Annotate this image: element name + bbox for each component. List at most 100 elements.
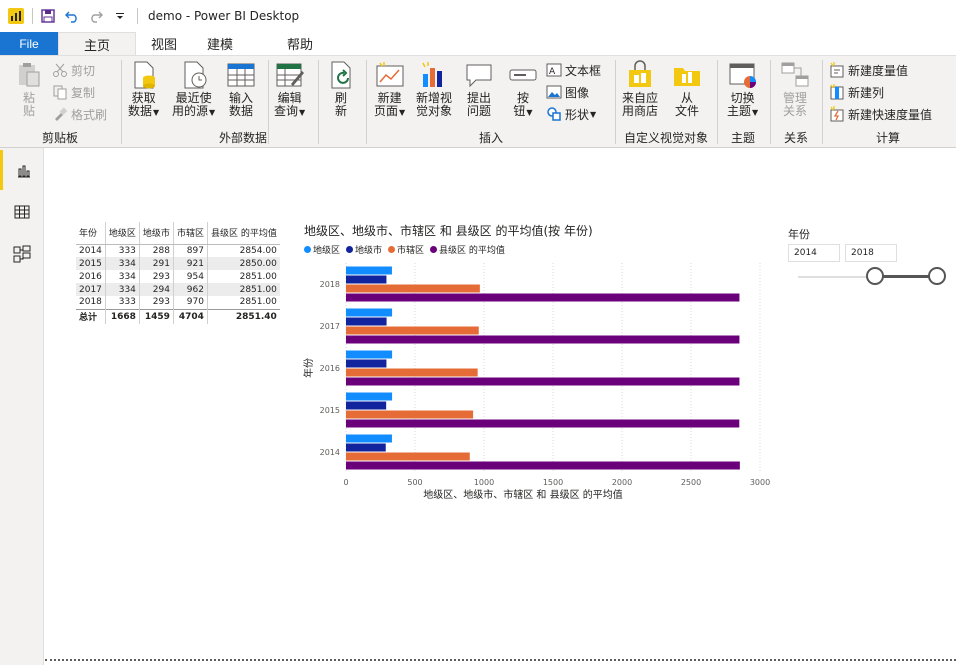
- bar[interactable]: [346, 461, 740, 470]
- buttons-button[interactable]: 按 钮▼: [508, 60, 538, 119]
- button-icon: [509, 69, 537, 81]
- group-label-calculations: 计算: [875, 131, 900, 145]
- legend-dot: [430, 246, 438, 253]
- bar-chart[interactable]: 0 500 1000 1500 2000 2500 3000 2018 2017 2016 2015…: [296, 255, 776, 507]
- shapes-button[interactable]: 形状 ▼: [546, 104, 596, 124]
- speech-bubble-icon: [466, 64, 492, 88]
- buttons-label-2: 钮▼: [513, 104, 533, 118]
- image-icon: [546, 85, 562, 99]
- textbox-button[interactable]: A 文本框: [546, 60, 601, 80]
- customize-toolbar-icon[interactable]: [111, 7, 129, 25]
- cut-button[interactable]: 剪切: [52, 60, 95, 80]
- bar[interactable]: [346, 350, 393, 359]
- switch-theme-button[interactable]: 切换 主题▼: [727, 60, 758, 119]
- table-cell: 333: [105, 296, 140, 309]
- group-themes: 切换 主题▼ 主题: [718, 56, 768, 148]
- bar[interactable]: [346, 359, 387, 368]
- bar[interactable]: [346, 392, 393, 401]
- bar[interactable]: [346, 443, 386, 452]
- bar[interactable]: [346, 434, 392, 443]
- slicer-start-handle[interactable]: [866, 267, 884, 285]
- paste-button[interactable]: 粘 贴: [14, 60, 44, 118]
- bar[interactable]: [346, 266, 392, 275]
- table-cell: 921: [173, 257, 208, 270]
- image-button[interactable]: 图像: [546, 82, 589, 102]
- column-header[interactable]: 年份: [76, 222, 106, 245]
- format-painter-button[interactable]: 格式刷: [52, 104, 107, 124]
- tab-file[interactable]: File: [0, 32, 58, 55]
- bar[interactable]: [346, 452, 470, 461]
- data-view-button[interactable]: [0, 192, 44, 232]
- y-tick-label: 2016: [320, 364, 340, 373]
- bar[interactable]: [346, 293, 740, 302]
- recent-sources-label-2: 用的源▼: [172, 104, 216, 118]
- bar[interactable]: [346, 317, 387, 326]
- tab-home[interactable]: 主页: [58, 32, 136, 55]
- new-page-button[interactable]: 新建 页面▼: [374, 60, 405, 119]
- column-header[interactable]: 地级市: [139, 222, 174, 245]
- tab-model[interactable]: 建模: [192, 32, 248, 55]
- switch-theme-label-2: 主题▼: [727, 104, 759, 118]
- from-store-button[interactable]: 来自应 用商店: [622, 60, 658, 118]
- bar[interactable]: [346, 326, 479, 335]
- get-data-label-2: 数据▼: [128, 104, 160, 118]
- report-view-button[interactable]: [0, 150, 44, 190]
- x-tick-label: 0: [343, 478, 348, 487]
- slicer-end-handle[interactable]: [928, 267, 946, 285]
- group-label-themes: 主题: [730, 131, 755, 145]
- save-icon[interactable]: [39, 7, 57, 25]
- bar[interactable]: [346, 401, 387, 410]
- model-view-button[interactable]: [0, 234, 44, 274]
- data-table[interactable]: 年份 地级区 地级市 市辖区 县级区 的平均值 2014 333 288 897…: [76, 222, 280, 324]
- slicer-to-input[interactable]: 2018: [845, 244, 897, 262]
- bar[interactable]: [346, 410, 474, 419]
- bar[interactable]: [346, 335, 740, 344]
- bar[interactable]: [346, 275, 387, 284]
- refresh-label-2: 新: [334, 104, 347, 118]
- table-cell: 2015: [76, 257, 106, 270]
- redo-icon[interactable]: [87, 7, 105, 25]
- bar[interactable]: [346, 308, 393, 317]
- bar[interactable]: [346, 284, 480, 293]
- table-cell: 2851.00: [239, 297, 277, 308]
- new-column-button[interactable]: 新建列: [829, 82, 884, 102]
- bar[interactable]: [346, 368, 478, 377]
- refresh-button[interactable]: 刷 新: [326, 60, 356, 118]
- table-cell: 293: [139, 296, 174, 309]
- new-quick-measure-label: 新建快速度量值: [848, 107, 933, 122]
- column-header[interactable]: 县级区 的平均值: [207, 222, 280, 245]
- ask-question-button[interactable]: 提出 问题: [464, 60, 494, 118]
- get-data-icon: [134, 61, 155, 89]
- column-header[interactable]: 地级区: [105, 222, 140, 245]
- new-measure-button[interactable]: 新建度量值: [829, 60, 908, 80]
- get-data-button[interactable]: 获取 数据▼: [128, 60, 159, 119]
- copy-button[interactable]: 复制: [52, 82, 95, 102]
- column-header[interactable]: 市辖区: [173, 222, 208, 245]
- slicer-from-input[interactable]: 2014: [788, 244, 840, 262]
- table-cell: 2016: [76, 270, 106, 283]
- grid-icon: [14, 205, 30, 219]
- image-label: 图像: [565, 85, 590, 100]
- group-calculations: 新建度量值 新建列 新建快速度量值 计算: [823, 56, 953, 148]
- new-visual-button[interactable]: 新增视 觉对象: [416, 60, 452, 118]
- tab-view[interactable]: 视图: [136, 32, 192, 55]
- group-label-clipboard: 剪贴板: [41, 131, 78, 145]
- title-separator: [32, 8, 33, 24]
- new-measure-label: 新建度量值: [848, 63, 909, 78]
- from-file-button[interactable]: 从 文件: [672, 60, 702, 118]
- manage-relationships-button[interactable]: 管理 关系: [780, 60, 810, 118]
- table-cell: 334: [105, 283, 140, 296]
- bar[interactable]: [346, 419, 740, 428]
- bar[interactable]: [346, 377, 740, 386]
- x-tick-label: 1000: [474, 478, 494, 487]
- enter-data-button[interactable]: 输入 数据: [226, 60, 256, 118]
- undo-icon[interactable]: [63, 7, 81, 25]
- recent-sources-button[interactable]: 最近使 用的源▼: [172, 60, 215, 119]
- paste-icon: [19, 63, 40, 87]
- new-quick-measure-button[interactable]: 新建快速度量值: [829, 104, 932, 124]
- group-label-custom-visuals: 自定义视觉对象: [623, 131, 708, 145]
- tab-help[interactable]: 帮助: [248, 32, 352, 55]
- y-axis-title: 年份: [302, 358, 315, 378]
- edit-queries-button[interactable]: 编辑 查询▼: [274, 60, 305, 119]
- chevron-down-icon: ▼: [299, 108, 306, 117]
